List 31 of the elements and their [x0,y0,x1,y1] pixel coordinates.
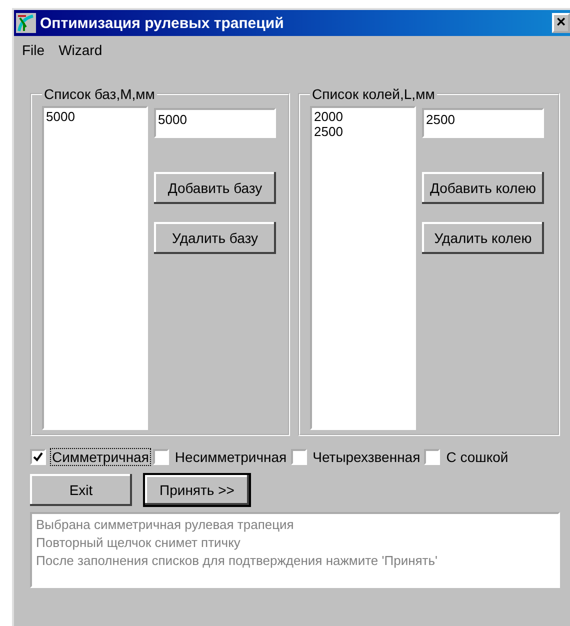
message-line: Повторный щелчок снимет птичку [36,534,242,552]
message-line: Выбрана симметричная рулевая трапеция [36,516,295,534]
checkbox-label: С сошкой [445,448,510,466]
menu-item[interactable]: Wizard [58,42,102,58]
list-item[interactable]: 2500 [314,124,412,139]
checkbox[interactable] [290,449,307,465]
list-button[interactable]: Добавить колею [422,172,544,204]
list-button[interactable]: Удалить базу [154,222,276,254]
checkbox[interactable] [424,449,440,465]
close-button[interactable]: × [552,13,570,33]
list-box[interactable]: 2000 2500 [310,106,416,430]
group-title: Список колей,L,мм [311,86,436,102]
list-item[interactable]: 2000 [314,109,412,124]
checkbox-label: Симметричная [50,448,151,466]
checkbox-label: Четырехзвенная [312,448,422,466]
list-button[interactable]: Удалить колею [422,222,544,254]
app-icon [16,13,36,33]
list-box[interactable]: 5000 [42,106,148,430]
group-title: Список баз,M,мм [43,86,156,102]
action-button[interactable]: Exit [30,474,132,506]
list-item[interactable]: 5000 [46,109,144,124]
window-title: Оптимизация рулевых трапеций [40,14,285,32]
message-line: После заполнения списков для подтверждения нажмите 'Принять' [36,552,439,570]
menu-item[interactable]: File [22,42,45,58]
input-field[interactable]: 2500 [422,108,544,138]
action-button[interactable]: Принять >> [144,474,250,506]
checkbox[interactable] [152,449,169,465]
checkbox[interactable] [30,449,46,465]
list-button[interactable]: Добавить базу [154,172,276,204]
input-field[interactable]: 5000 [154,108,276,138]
checkbox-label: Несимметричная [174,448,288,466]
